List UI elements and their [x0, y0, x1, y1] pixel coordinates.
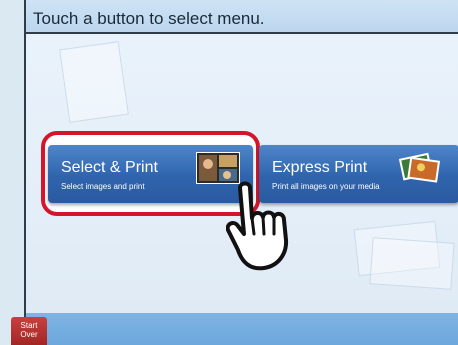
screen: Touch a button to select menu. Select & … [24, 0, 458, 345]
title-bar: Touch a button to select menu. [26, 0, 458, 34]
button-description: Select images and print [61, 182, 145, 191]
page-title: Touch a button to select menu. [33, 9, 265, 28]
photo-stack-icon [398, 152, 441, 183]
button-label: Select & Print [61, 159, 158, 176]
button-label: Express Print [272, 159, 368, 176]
pointing-hand-icon [226, 181, 289, 271]
start-over-label-line2: Over [20, 330, 38, 339]
select-and-print-button[interactable]: Select & Print Select images and print [48, 145, 253, 203]
start-over-button[interactable]: Start Over [11, 317, 47, 345]
background-sheet [369, 237, 455, 290]
background-sheet [59, 41, 129, 123]
footer-bar [26, 313, 458, 345]
start-over-label-line1: Start [20, 321, 38, 330]
